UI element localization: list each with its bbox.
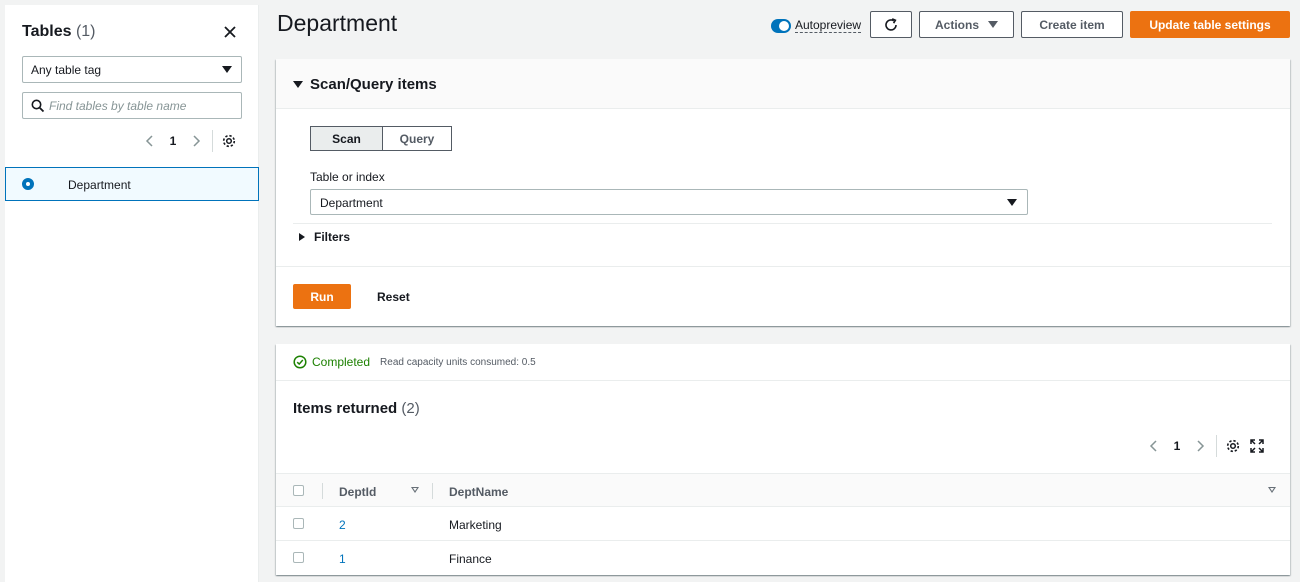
sidebar-item-department[interactable]: Department — [5, 167, 259, 201]
table-search-box[interactable] — [22, 92, 242, 119]
create-item-button[interactable]: Create item — [1021, 11, 1123, 38]
sort-icon[interactable] — [1268, 487, 1276, 493]
scan-query-header[interactable]: Scan/Query items — [276, 59, 1290, 109]
autopreview-toggle[interactable] — [771, 19, 791, 33]
refresh-icon — [885, 17, 897, 31]
fullscreen-icon[interactable] — [1250, 439, 1264, 453]
pager-divider — [1216, 435, 1217, 457]
filters-label: Filters — [314, 230, 351, 244]
divider — [276, 380, 1290, 381]
column-header-deptid[interactable]: DeptId — [339, 485, 376, 499]
table-search-input[interactable] — [49, 97, 234, 114]
caret-down-icon — [222, 66, 232, 73]
deptname-cell: Marketing — [449, 518, 502, 532]
row-checkbox[interactable] — [293, 552, 304, 563]
update-table-settings-button[interactable]: Update table settings — [1130, 11, 1290, 38]
close-icon[interactable] — [221, 23, 239, 41]
filters-expander[interactable]: Filters — [299, 230, 350, 244]
query-mode-button[interactable]: Query — [383, 126, 452, 151]
sidebar-title-text: Tables — [22, 23, 72, 40]
table-tag-select[interactable]: Any table tag — [22, 56, 242, 83]
column-divider — [322, 483, 323, 499]
update-settings-label: Update table settings — [1149, 17, 1271, 32]
reset-button[interactable]: Reset — [377, 290, 410, 304]
table-header: DeptId DeptName — [276, 473, 1290, 507]
caret-down-icon — [988, 21, 998, 28]
refresh-button[interactable] — [870, 11, 912, 38]
next-page-icon[interactable] — [188, 133, 204, 149]
sidebar-pagination: 1 — [142, 130, 237, 152]
next-page-icon[interactable] — [1192, 438, 1208, 454]
results-panel: Completed Read capacity units consumed: … — [276, 344, 1290, 575]
pager-divider — [212, 130, 213, 152]
radio-selected[interactable] — [22, 178, 34, 190]
table-or-index-label: Table or index — [310, 170, 385, 184]
items-returned-title: Items returned (2) — [293, 400, 420, 417]
divider — [276, 266, 1290, 267]
column-header-deptname[interactable]: DeptName — [449, 485, 508, 499]
actions-button[interactable]: Actions — [919, 11, 1014, 38]
scan-query-panel: Scan/Query items Scan Query Table or ind… — [276, 59, 1290, 326]
results-page-number[interactable]: 1 — [1162, 439, 1192, 453]
column-divider — [432, 483, 433, 499]
scan-mode-button[interactable]: Scan — [310, 126, 383, 151]
divider — [293, 223, 1272, 224]
table-or-index-value: Department — [320, 196, 383, 210]
scan-query-title: Scan/Query items — [310, 76, 437, 93]
prev-page-icon[interactable] — [1146, 438, 1162, 454]
sidebar-title: Tables (1) — [22, 23, 96, 41]
actions-label: Actions — [934, 17, 979, 32]
gear-icon[interactable] — [221, 133, 237, 149]
prev-page-icon[interactable] — [142, 133, 158, 149]
sidebar-item-label: Department — [68, 178, 131, 192]
run-label: Run — [310, 289, 334, 304]
results-pagination: 1 — [1146, 435, 1264, 457]
sidebar-table-count: (1) — [75, 23, 96, 40]
autopreview-label[interactable]: Autopreview — [795, 18, 862, 33]
gear-icon[interactable] — [1225, 438, 1241, 454]
sidebar-page-number[interactable]: 1 — [158, 134, 188, 148]
deptname-cell: Finance — [449, 552, 492, 566]
row-checkbox[interactable] — [293, 518, 304, 529]
rcu-consumed: Read capacity units consumed: 0.5 — [380, 356, 536, 368]
scan-query-toggle: Scan Query — [310, 126, 452, 151]
sort-icon[interactable] — [411, 487, 419, 493]
caret-down-icon — [1007, 199, 1017, 206]
caret-right-icon — [299, 233, 305, 241]
table-row[interactable]: 2 Marketing — [276, 507, 1290, 541]
table-row[interactable]: 1 Finance — [276, 541, 1290, 575]
items-returned-text: Items returned — [293, 400, 398, 417]
run-button[interactable]: Run — [293, 284, 351, 309]
table-tag-value: Any table tag — [31, 63, 102, 77]
tables-sidebar: Tables (1) Any table tag 1 Department — [5, 5, 259, 582]
search-icon — [31, 99, 45, 113]
items-returned-count: (2) — [401, 400, 420, 417]
select-all-checkbox[interactable] — [293, 485, 304, 496]
deptid-link[interactable]: 2 — [339, 518, 346, 532]
table-or-index-select[interactable]: Department — [310, 189, 1028, 215]
caret-down-icon — [293, 81, 303, 88]
check-circle-icon — [293, 355, 307, 369]
status-text: Completed — [312, 355, 371, 369]
create-item-label: Create item — [1039, 17, 1105, 32]
deptid-link[interactable]: 1 — [339, 552, 346, 566]
status-badge: Completed Read capacity units consumed: … — [293, 355, 536, 369]
page-title: Department — [277, 10, 398, 36]
